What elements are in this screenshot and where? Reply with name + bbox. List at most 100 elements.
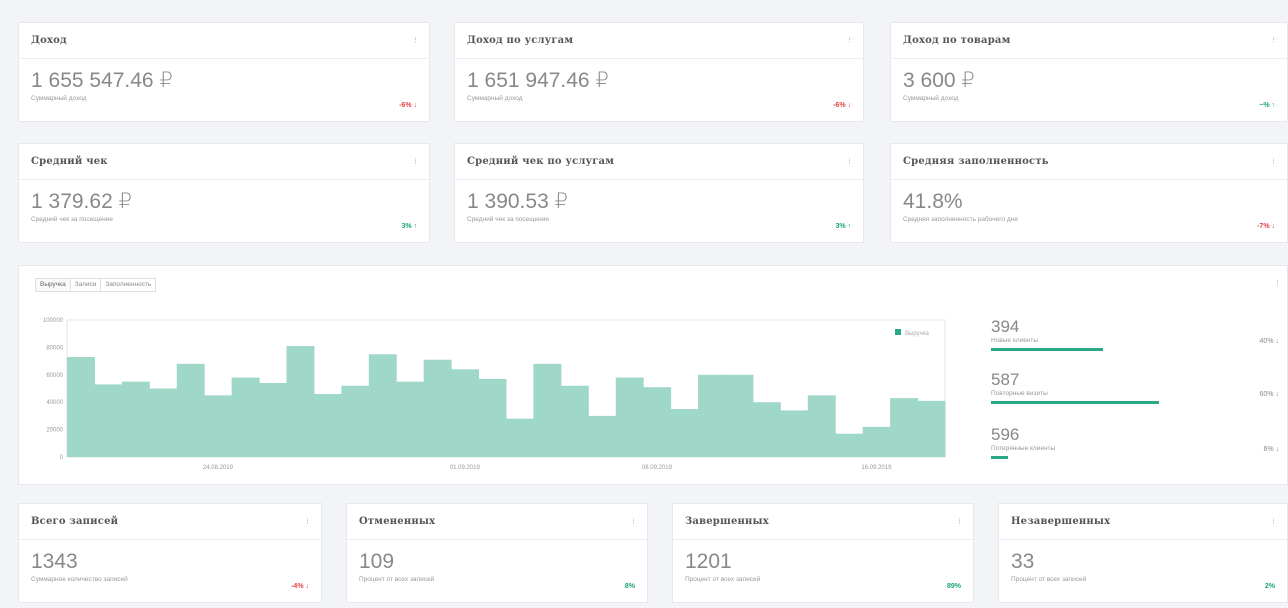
- card-income: Доход ⁝ 1 655 547.46 ₽ Суммарный доход -…: [18, 22, 430, 122]
- card-menu-icon[interactable]: ⁝: [306, 516, 309, 527]
- card-income-services: Доход по услугам ⁝ 1 651 947.46 ₽ Суммар…: [454, 22, 864, 122]
- card-body: 1201 Процент от всех записей 89%: [673, 540, 973, 602]
- card-avg-check-services: Средний чек по услугам ⁝ 1 390.53 ₽ Сред…: [454, 143, 864, 243]
- y-tick-label: 60000: [46, 373, 63, 379]
- card-body: 1 379.62 ₽ Средний чек за посещение 3% ↑: [19, 180, 429, 242]
- bar[interactable]: [698, 374, 726, 457]
- tab-occupancy[interactable]: Заполненность: [101, 279, 155, 291]
- card-body: 109 Процент от всех записей 8%: [347, 540, 647, 602]
- bar[interactable]: [807, 395, 836, 457]
- bar[interactable]: [204, 395, 233, 457]
- card-menu-icon[interactable]: ⁝: [958, 516, 961, 527]
- card-title: Всего записей: [31, 516, 119, 527]
- bar[interactable]: [780, 410, 809, 457]
- tab-revenue[interactable]: Выручка: [36, 279, 71, 291]
- x-tick-label: 01.09.2019: [450, 465, 481, 471]
- bar[interactable]: [725, 374, 754, 457]
- bar[interactable]: [396, 381, 425, 457]
- card-header: Средний чек по услугам ⁝: [455, 144, 863, 180]
- metric-delta: -6% ↓: [833, 102, 851, 109]
- tab-appointments[interactable]: Записи: [71, 279, 102, 291]
- bar[interactable]: [121, 381, 150, 457]
- bar[interactable]: [313, 393, 342, 457]
- metric-delta: ~% ↑: [1259, 102, 1275, 109]
- legend-label: Выручка: [905, 331, 929, 337]
- card-menu-icon[interactable]: ⁝: [1272, 516, 1275, 527]
- bar[interactable]: [286, 346, 315, 457]
- bar[interactable]: [752, 402, 781, 457]
- bar[interactable]: [862, 426, 891, 457]
- bar[interactable]: [917, 400, 946, 457]
- bar[interactable]: [451, 369, 480, 457]
- metric-value: 109: [359, 550, 395, 573]
- legend-swatch: [895, 329, 901, 335]
- bar[interactable]: [835, 433, 864, 457]
- metric-delta: 8%: [624, 583, 635, 590]
- bar[interactable]: [560, 385, 589, 457]
- bar[interactable]: [149, 388, 178, 458]
- bar[interactable]: [670, 409, 699, 457]
- metric-delta: -7% ↓: [1257, 223, 1275, 230]
- card-header: Средний чек ⁝: [19, 144, 429, 180]
- card-body: 41.8% Средняя заполненность рабочего дня…: [891, 180, 1287, 242]
- bar[interactable]: [176, 363, 205, 457]
- card-body: 1 655 547.46 ₽ Суммарный доход -6% ↓: [19, 59, 429, 121]
- bar[interactable]: [478, 378, 507, 457]
- card-title: Отмененных: [359, 516, 436, 527]
- card-menu-icon[interactable]: ⁝: [632, 516, 635, 527]
- metric-caption: Средний чек за посещение: [31, 216, 114, 223]
- bar[interactable]: [231, 377, 260, 457]
- card-menu-icon[interactable]: ⁝: [848, 35, 851, 46]
- bar[interactable]: [67, 356, 95, 457]
- card-title: Доход по услугам: [467, 35, 574, 46]
- bar[interactable]: [890, 398, 919, 457]
- bar[interactable]: [423, 359, 452, 457]
- bar[interactable]: [94, 384, 123, 457]
- bar[interactable]: [368, 354, 397, 457]
- y-tick-label: 80000: [46, 345, 63, 351]
- metric-caption: Суммарный доход: [903, 95, 959, 102]
- chart-tabs: Выручка Записи Заполненность: [35, 278, 157, 292]
- y-tick-label: 20000: [46, 428, 63, 434]
- card-title: Средний чек по услугам: [467, 156, 615, 167]
- card-body: 1 651 947.46 ₽ Суммарный доход -6% ↓: [455, 59, 863, 121]
- x-tick-label: 16.09.2019: [861, 465, 892, 471]
- card-menu-icon[interactable]: ⁝: [1272, 35, 1275, 46]
- metric-caption: Средняя заполненность рабочего дня: [903, 216, 1018, 223]
- metric-delta: 89%: [946, 583, 961, 590]
- x-tick-label: 24.08.2019: [203, 465, 234, 471]
- metric-caption: Суммарный доход: [31, 95, 87, 102]
- card-total-appointments: Всего записей ⁝ 1343 Суммарное количеств…: [18, 503, 322, 603]
- bar[interactable]: [615, 377, 644, 457]
- card-menu-icon[interactable]: ⁝: [414, 35, 417, 46]
- card-menu-icon[interactable]: ⁝: [848, 156, 851, 167]
- metric-value: 1 390.53 ₽: [467, 190, 568, 213]
- metric-value: 1 379.62 ₽: [31, 190, 132, 213]
- bar[interactable]: [259, 383, 287, 457]
- metric-caption: Процент от всех записей: [1011, 576, 1087, 583]
- metric-value: 3 600 ₽: [903, 69, 975, 92]
- card-header: Отмененных ⁝: [347, 504, 647, 540]
- revenue-chart-card: Выручка Записи Заполненность ⁝ 100000 800…: [18, 265, 1288, 485]
- card-income-goods: Доход по товарам ⁝ 3 600 ₽ Суммарный дох…: [890, 22, 1288, 122]
- card-header: Всего записей ⁝: [19, 504, 321, 540]
- chart-menu-icon[interactable]: ⁝: [1276, 278, 1279, 289]
- bar[interactable]: [588, 415, 617, 457]
- stat-percent: 60% ↓: [1259, 391, 1279, 398]
- bar[interactable]: [643, 387, 672, 457]
- stat-new-clients: 394 Новые клиенты 40% ↓: [991, 318, 1283, 351]
- stat-label: Повторные визиты: [991, 390, 1048, 397]
- metric-delta: 2%: [1264, 583, 1275, 590]
- bar[interactable]: [341, 385, 370, 457]
- card-title: Доход: [31, 35, 67, 46]
- card-menu-icon[interactable]: ⁝: [1272, 156, 1275, 167]
- stat-lost-clients: 596 Потерянные клиенты 6% ↓: [991, 426, 1283, 459]
- bar[interactable]: [533, 363, 562, 457]
- card-menu-icon[interactable]: ⁝: [414, 156, 417, 167]
- metric-value: 41.8%: [903, 190, 963, 213]
- metric-delta: 3% ↑: [835, 223, 851, 230]
- bar[interactable]: [506, 418, 534, 457]
- y-tick-label: 0: [60, 455, 64, 461]
- stat-percent: 40% ↓: [1259, 338, 1279, 345]
- metric-value: 1201: [685, 550, 732, 573]
